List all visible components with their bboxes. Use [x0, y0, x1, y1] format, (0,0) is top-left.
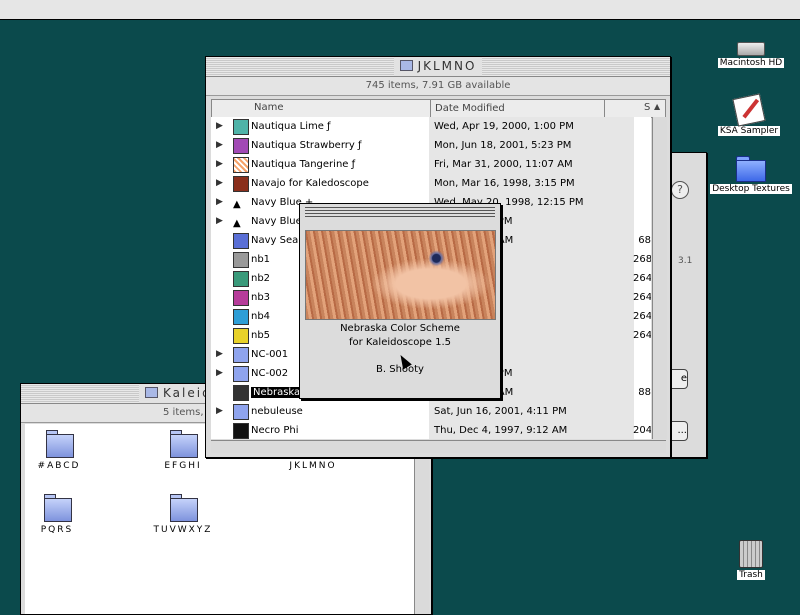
disclosure-triangle-icon[interactable]: ▶ [216, 345, 223, 364]
preview-popup[interactable]: Nebraska Color Scheme for Kaleidoscope 1… [299, 203, 501, 399]
back-window[interactable]: ? 3.1 e ... [664, 152, 707, 458]
column-header[interactable]: Name Date Modified S ▲ [211, 99, 666, 118]
list-item[interactable]: Necro Phi Thu, Dec 4, 1997, 9:12 AM 204 [211, 421, 651, 439]
document-icon [233, 233, 249, 249]
sailboat-icon: ▲ [233, 218, 241, 229]
folder-icon [233, 347, 249, 363]
desktop-icon-label: Trash [737, 570, 765, 580]
vertical-scrollbar[interactable] [652, 117, 667, 439]
list-item[interactable]: ▶ Nautiqua Lime ƒ Wed, Apr 19, 2000, 1:00 … [211, 117, 651, 136]
preview-image [305, 230, 496, 320]
desktop-icon-desktop-textures[interactable]: Desktop Textures [706, 156, 796, 194]
window-title: JKLMNO [393, 57, 483, 76]
disclosure-triangle-icon[interactable]: ▶ [216, 155, 223, 174]
document-icon [233, 271, 249, 287]
folder-icon [233, 119, 249, 135]
desktop-icon-label: Macintosh HD [717, 58, 785, 68]
desktop-icon-macintosh-hd[interactable]: Macintosh HD [706, 42, 796, 68]
desktop-icon-label: Desktop Textures [710, 184, 792, 194]
folder-icon [233, 404, 249, 420]
column-size[interactable]: S [644, 102, 650, 113]
folder-icon [233, 366, 249, 382]
folder-label: #ABCD [37, 461, 81, 471]
info-bar: 745 items, 7.91 GB available [206, 77, 670, 96]
sailboat-icon: ▲ [233, 199, 241, 210]
folder-icon [399, 60, 413, 71]
desktop-icon-trash[interactable]: Trash [706, 540, 796, 580]
disclosure-triangle-icon[interactable]: ▶ [216, 193, 223, 212]
menu-bar[interactable] [0, 0, 800, 20]
folder-label: EFGHI [164, 461, 202, 471]
document-icon [233, 290, 249, 306]
document-icon [233, 385, 249, 401]
desktop-icon-label: KSA Sampler [717, 126, 781, 136]
help-icon[interactable]: ? [671, 181, 689, 199]
disclosure-triangle-icon[interactable]: ▶ [216, 174, 223, 193]
folder-icon [233, 138, 249, 154]
list-item[interactable]: ▶ Nautiqua Tangerine ƒ Fri, Mar 31, 2000, … [211, 155, 651, 174]
folder-item[interactable]: #ABCD [19, 430, 99, 471]
document-pencil-icon [732, 93, 766, 127]
folder-label: JKLMNO [289, 461, 337, 471]
document-icon [233, 423, 249, 439]
caption-line: for Kaleidoscope 1.5 [348, 337, 452, 348]
list-item[interactable]: ▶ Nautiqua Strawberry ƒ Mon, Jun 18, 2001,… [211, 136, 651, 155]
column-name[interactable]: Name [254, 102, 284, 113]
folder-item[interactable]: TUVWXYZ [143, 494, 223, 535]
disclosure-triangle-icon[interactable]: ▶ [216, 136, 223, 155]
hard-drive-icon [737, 42, 765, 56]
folder-label: TUVWXYZ [153, 525, 213, 535]
document-icon [233, 252, 249, 268]
preview-caption: Nebraska Color Scheme for Kaleidoscope 1… [300, 322, 500, 350]
caption-line: Nebraska Color Scheme [340, 323, 460, 334]
list-item[interactable]: ▶ nebuleuse Sat, Jun 16, 2001, 4:11 PM [211, 402, 651, 421]
folder-icon [170, 494, 198, 522]
disclosure-triangle-icon[interactable]: ▶ [216, 364, 223, 383]
folder-icon [233, 176, 249, 192]
window-titlebar[interactable]: JKLMNO [206, 57, 670, 77]
version-text: 3.1 [678, 256, 693, 266]
horizontal-scrollbar[interactable] [211, 440, 666, 453]
disclosure-triangle-icon[interactable]: ▶ [216, 117, 223, 136]
folder-label: PQRS [40, 525, 74, 535]
folder-icon [233, 157, 249, 173]
column-divider [604, 100, 645, 117]
folder-icon [736, 156, 766, 182]
disclosure-triangle-icon[interactable]: ▶ [216, 212, 223, 231]
folder-icon [170, 430, 198, 458]
drag-handle[interactable] [305, 207, 495, 219]
folder-item[interactable]: PQRS [17, 494, 97, 535]
folder-icon [44, 494, 72, 522]
list-item[interactable]: ▶ Navajo for Kaledoscope Mon, Mar 16, 1998… [211, 174, 651, 193]
folder-icon [46, 430, 74, 458]
sort-order-icon[interactable]: ▲ [654, 102, 660, 111]
trash-icon [739, 540, 763, 568]
folder-icon [145, 387, 158, 398]
document-icon [233, 309, 249, 325]
disclosure-triangle-icon[interactable]: ▶ [216, 402, 223, 421]
document-icon [233, 328, 249, 344]
column-date-modified[interactable]: Date Modified [430, 100, 505, 117]
desktop-icon-ksa-sampler[interactable]: KSA Sampler [704, 93, 794, 136]
